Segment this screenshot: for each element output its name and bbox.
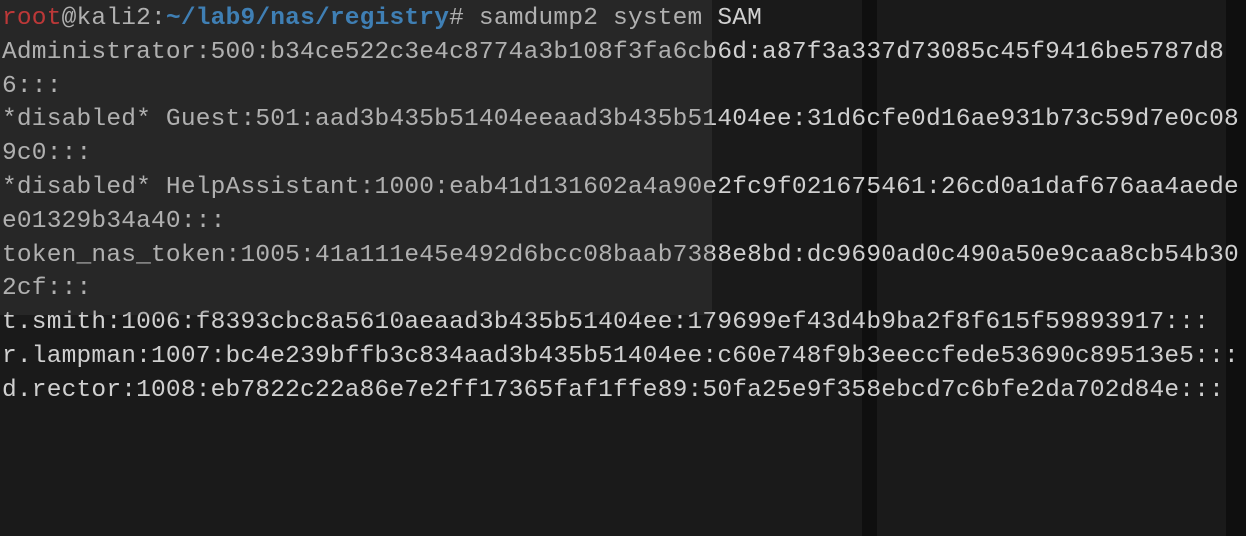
prompt-path: ~/lab9/nas/registry bbox=[166, 5, 449, 32]
prompt-at: @ bbox=[62, 5, 77, 32]
prompt-end: # bbox=[449, 5, 479, 32]
prompt-user: root bbox=[2, 5, 62, 32]
terminal-output[interactable]: root@kali2:~/lab9/nas/registry# samdump2… bbox=[0, 0, 1246, 408]
prompt-colon: : bbox=[151, 5, 166, 32]
prompt-host: kali2 bbox=[77, 5, 152, 32]
command-output: Administrator:500:b34ce522c3e4c8774a3b10… bbox=[2, 39, 1239, 404]
command-text: samdump2 system SAM bbox=[479, 5, 762, 32]
